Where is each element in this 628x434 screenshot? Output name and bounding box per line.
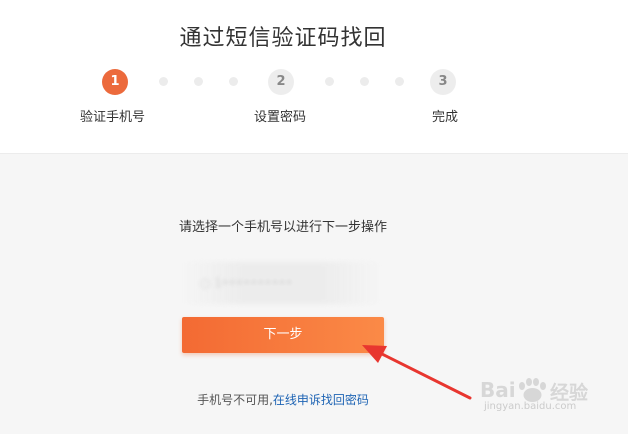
annotation-arrow-icon (362, 345, 472, 400)
baidu-jingyan-watermark: Bai 经验 jingyan.baidu.com (478, 370, 618, 414)
watermark-url: jingyan.baidu.com (484, 401, 577, 412)
watermark-logo-text: Bai (480, 378, 516, 402)
